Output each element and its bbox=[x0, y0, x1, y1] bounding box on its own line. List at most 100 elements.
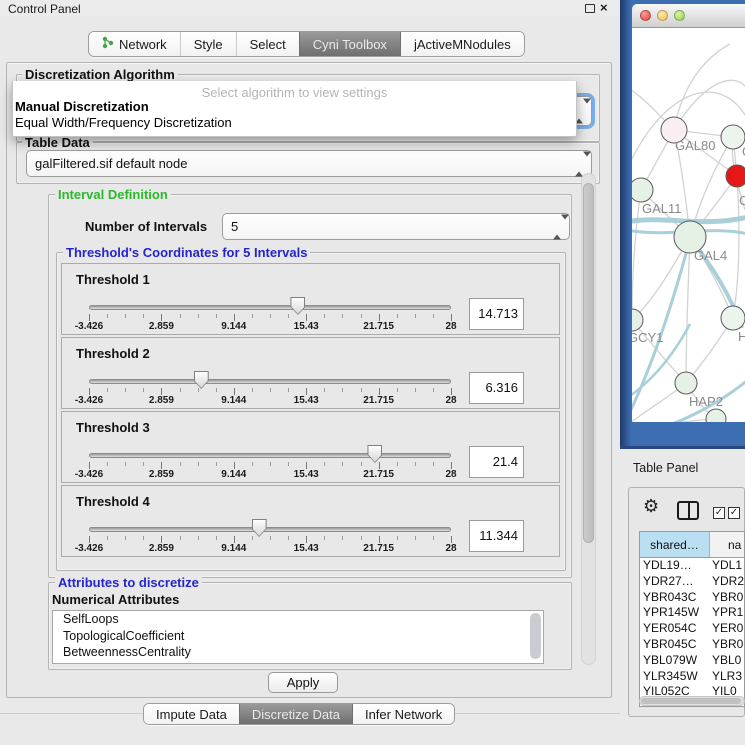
slider-tick bbox=[306, 536, 307, 543]
float-window-icon[interactable] bbox=[585, 4, 595, 13]
table-row[interactable]: YDR27…YDR2 bbox=[640, 574, 744, 590]
close-panel-icon[interactable]: × bbox=[600, 0, 608, 15]
cell-name: YBR0 bbox=[710, 590, 744, 606]
slider-tick bbox=[324, 462, 325, 466]
table-hscrollbar-thumb[interactable] bbox=[641, 698, 741, 704]
slider-tick bbox=[180, 462, 181, 466]
slider-thumb[interactable] bbox=[367, 445, 382, 463]
slider-thumb[interactable] bbox=[194, 371, 209, 389]
num-intervals-label: Number of Intervals bbox=[85, 219, 207, 234]
slider-track[interactable] bbox=[89, 453, 451, 458]
tab-jactivemnodules[interactable]: jActiveMNodules bbox=[400, 32, 524, 56]
network-window-frame-edge bbox=[620, 446, 745, 449]
attribute-list-item[interactable]: BetweennessCentrality bbox=[53, 644, 543, 661]
table-data-combo[interactable]: galFiltered.sif default node bbox=[26, 150, 592, 177]
threshold-label: Threshold 4 bbox=[76, 494, 150, 509]
table-row[interactable]: YBR045CYBR0 bbox=[640, 637, 744, 653]
tab-style[interactable]: Style bbox=[180, 32, 236, 56]
slider-tick bbox=[270, 462, 271, 466]
threshold-label: Threshold 1 bbox=[76, 272, 150, 287]
table-rows: YDL19…YDL1YDR27…YDR2YBR043CYBR0YPR145WYP… bbox=[640, 558, 744, 700]
app-root: Control Panel × NetworkStyleSelectCyni T… bbox=[0, 0, 745, 745]
gear-icon[interactable]: ⚙ bbox=[643, 496, 659, 517]
threshold-row: Threshold 3-3.4262.8599.14415.4321.71528… bbox=[61, 411, 560, 483]
slider-tick bbox=[451, 536, 452, 543]
slider-tick-label: 9.144 bbox=[221, 321, 246, 332]
slider-tick bbox=[234, 536, 235, 543]
slider-tick bbox=[161, 462, 162, 469]
network-canvas[interactable]: GAL80GACGAL11GAL4GCY1HHAP2 bbox=[632, 28, 745, 422]
tab-cyni-toolbox[interactable]: Cyni Toolbox bbox=[299, 32, 400, 56]
slider-tick bbox=[306, 388, 307, 395]
slider-thumb[interactable] bbox=[252, 519, 267, 537]
slider-tick-label: 2.859 bbox=[149, 321, 174, 332]
network-node[interactable] bbox=[726, 165, 745, 187]
slider-tick bbox=[361, 388, 362, 392]
minimize-traffic-light-icon[interactable] bbox=[657, 10, 668, 21]
apply-button[interactable]: Apply bbox=[268, 672, 338, 693]
table-row[interactable]: YLR345WYLR3 bbox=[640, 669, 744, 685]
network-window-titlebar[interactable] bbox=[632, 4, 745, 28]
network-node-label: HAP2 bbox=[689, 394, 723, 409]
slider-thumb[interactable] bbox=[290, 297, 305, 315]
zoom-traffic-light-icon[interactable] bbox=[674, 10, 685, 21]
slider-track[interactable] bbox=[89, 527, 451, 532]
threshold-value-field[interactable]: 21.4 bbox=[469, 446, 524, 478]
table-row[interactable]: YBL079WYBL0 bbox=[640, 653, 744, 669]
attribute-list-item[interactable]: SelfLoops bbox=[53, 611, 543, 628]
network-node[interactable] bbox=[675, 372, 697, 394]
slider-tick-label: 2.859 bbox=[149, 395, 174, 406]
column-header-shared-name[interactable]: shared… bbox=[640, 532, 710, 557]
numerical-attributes-list: SelfLoopsTopologicalCoefficientBetweenne… bbox=[52, 610, 544, 664]
table-row[interactable]: YDL19…YDL1 bbox=[640, 558, 744, 574]
threshold-value-field[interactable]: 14.713 bbox=[469, 298, 524, 330]
num-intervals-combo[interactable]: 5 bbox=[222, 213, 570, 240]
checkbox-columns-icon[interactable]: ✓ bbox=[713, 507, 725, 519]
tab-network[interactable]: Network bbox=[89, 32, 180, 56]
tab-infer-network[interactable]: Infer Network bbox=[352, 704, 454, 724]
network-node-label: GCY1 bbox=[632, 330, 663, 345]
split-view-icon[interactable] bbox=[677, 501, 699, 520]
network-node[interactable] bbox=[632, 309, 643, 331]
column-header-name[interactable]: na bbox=[710, 532, 744, 557]
threshold-value-field[interactable]: 6.316 bbox=[469, 372, 524, 404]
slider-tick bbox=[361, 462, 362, 466]
table-row[interactable]: YPR145WYPR1 bbox=[640, 605, 744, 621]
list-scrollbar-thumb[interactable] bbox=[530, 613, 541, 659]
network-node[interactable] bbox=[632, 178, 653, 202]
slider-tick bbox=[397, 462, 398, 466]
slider-track[interactable] bbox=[89, 379, 451, 384]
close-traffic-light-icon[interactable] bbox=[640, 10, 651, 21]
threshold-row: Threshold 4-3.4262.8599.14415.4321.71528… bbox=[61, 485, 560, 557]
tab-impute-data[interactable]: Impute Data bbox=[144, 704, 239, 724]
tab-label: Impute Data bbox=[156, 707, 227, 722]
slider-tick bbox=[433, 314, 434, 318]
slider-tick bbox=[252, 314, 253, 318]
tab-discretize-data[interactable]: Discretize Data bbox=[239, 704, 352, 724]
slider-tick-label: 21.715 bbox=[363, 543, 394, 554]
network-node[interactable] bbox=[721, 306, 745, 330]
slider-track[interactable] bbox=[89, 305, 451, 310]
threshold-value-field[interactable]: 11.344 bbox=[469, 520, 524, 552]
table-row[interactable]: YBR043CYBR0 bbox=[640, 590, 744, 606]
threshold-label: Threshold 2 bbox=[76, 346, 150, 361]
thresholds-group-title: Threshold's Coordinates for 5 Intervals bbox=[63, 245, 310, 260]
table-row[interactable]: YER054CYER0 bbox=[640, 621, 744, 637]
slider-tick bbox=[270, 314, 271, 318]
control-panel-title: Control Panel bbox=[8, 2, 81, 16]
slider-tick bbox=[324, 314, 325, 318]
tab-select[interactable]: Select bbox=[236, 32, 299, 56]
control-panel-titlebar bbox=[0, 0, 620, 17]
num-intervals-value: 5 bbox=[231, 219, 238, 234]
algorithm-option[interactable]: Equal Width/Frequency Discretization bbox=[13, 115, 576, 131]
slider-tick-label: 15.43 bbox=[294, 469, 319, 480]
checkbox-columns-icon[interactable]: ✓ bbox=[728, 507, 740, 519]
slider-tick bbox=[125, 462, 126, 466]
table-hscrollbar-track[interactable] bbox=[639, 696, 745, 706]
slider-tick bbox=[89, 462, 90, 469]
network-node[interactable] bbox=[706, 409, 726, 422]
attribute-list-item[interactable]: TopologicalCoefficient bbox=[53, 628, 543, 645]
slider-tick bbox=[198, 314, 199, 318]
algorithm-option[interactable]: Manual Discretization bbox=[13, 99, 576, 115]
panel-scrollbar-thumb[interactable] bbox=[583, 183, 594, 543]
